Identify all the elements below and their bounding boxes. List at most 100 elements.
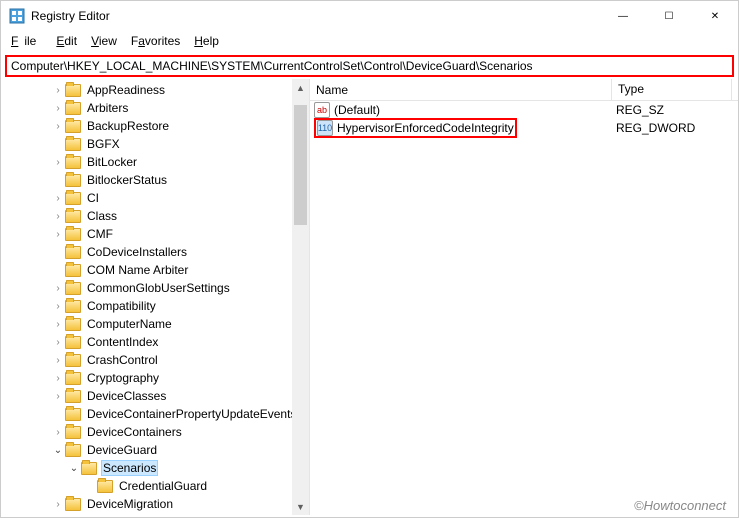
folder-icon — [65, 372, 81, 385]
tree-label: DeviceMigration — [85, 497, 175, 511]
menu-view[interactable]: View — [85, 32, 123, 50]
chevron-right-icon[interactable]: › — [51, 85, 65, 96]
address-bar[interactable]: Computer\HKEY_LOCAL_MACHINE\SYSTEM\Curre… — [5, 55, 734, 77]
tree-item[interactable]: › DeviceMigration — [3, 495, 309, 513]
tree-item[interactable]: ›ContentIndex — [3, 333, 309, 351]
chevron-down-icon[interactable]: ⌄ — [51, 445, 65, 456]
value-type: REG_DWORD — [616, 121, 736, 135]
list-row[interactable]: 110HypervisorEnforcedCodeIntegrity REG_DW… — [310, 119, 738, 137]
tree-item[interactable]: ›CrashControl — [3, 351, 309, 369]
chevron-right-icon[interactable]: › — [51, 121, 65, 132]
minimize-button[interactable]: — — [600, 1, 646, 31]
tree-label: COM Name Arbiter — [85, 263, 190, 277]
chevron-right-icon[interactable]: › — [51, 427, 65, 438]
tree-label: BGFX — [85, 137, 122, 151]
list-row[interactable]: ab(Default)REG_SZ — [310, 101, 738, 119]
tree-item[interactable]: › DeviceContainers — [3, 423, 309, 441]
tree-label: Compatibility — [85, 299, 158, 313]
tree-label: DeviceContainers — [85, 425, 184, 439]
tree-label: CredentialGuard — [117, 479, 209, 493]
tree-item[interactable]: ›AppReadiness — [3, 81, 309, 99]
tree-item[interactable]: ⌄ DeviceGuard — [3, 441, 309, 459]
menu-favorites[interactable]: Favorites — [125, 32, 186, 50]
folder-icon — [65, 498, 81, 511]
folder-icon — [65, 264, 81, 277]
tree-item[interactable]: › CMF — [3, 225, 309, 243]
tree-item[interactable]: ⌄Scenarios — [3, 459, 309, 477]
chevron-right-icon[interactable]: › — [51, 229, 65, 240]
tree-label: DeviceClasses — [85, 389, 168, 403]
tree-item[interactable]: › Class — [3, 207, 309, 225]
tree-label: DeviceGuard — [85, 443, 159, 457]
folder-icon — [65, 156, 81, 169]
tree-item[interactable]: CredentialGuard — [3, 477, 309, 495]
list-header: Name Type — [310, 79, 738, 101]
folder-icon — [65, 102, 81, 115]
folder-icon — [65, 228, 81, 241]
chevron-down-icon[interactable]: ⌄ — [67, 463, 81, 474]
tree-item[interactable]: BGFX — [3, 135, 309, 153]
folder-icon — [97, 480, 113, 493]
chevron-right-icon[interactable]: › — [51, 391, 65, 402]
value-name: (Default) — [334, 103, 380, 117]
folder-icon — [65, 84, 81, 97]
chevron-right-icon[interactable]: › — [51, 373, 65, 384]
chevron-right-icon[interactable]: › — [51, 211, 65, 222]
tree-item[interactable]: COM Name Arbiter — [3, 261, 309, 279]
maximize-button[interactable]: ☐ — [646, 1, 692, 31]
tree-item[interactable]: ›Arbiters — [3, 99, 309, 117]
app-icon — [9, 8, 25, 24]
tree-label: DeviceContainerPropertyUpdateEvents — [85, 407, 298, 421]
close-button[interactable]: ✕ — [692, 1, 738, 31]
tree-item[interactable]: ›Cryptography — [3, 369, 309, 387]
chevron-right-icon[interactable]: › — [51, 157, 65, 168]
registry-tree[interactable]: ›AppReadiness›Arbiters›BackupRestoreBGFX… — [1, 79, 309, 513]
column-name[interactable]: Name — [310, 79, 612, 100]
tree-label: BackupRestore — [85, 119, 171, 133]
folder-icon — [65, 246, 81, 259]
tree-item[interactable]: ›CommonGlobUserSettings — [3, 279, 309, 297]
tree-item[interactable]: ›CI — [3, 189, 309, 207]
chevron-right-icon[interactable]: › — [51, 193, 65, 204]
chevron-right-icon[interactable]: › — [51, 319, 65, 330]
folder-icon — [65, 390, 81, 403]
chevron-right-icon[interactable]: › — [51, 355, 65, 366]
folder-icon — [65, 408, 81, 421]
string-value-icon: ab — [314, 102, 330, 118]
highlighted-value: 110HypervisorEnforcedCodeIntegrity — [314, 118, 517, 138]
folder-icon — [81, 462, 97, 475]
tree-label: CMF — [85, 227, 115, 241]
menu-edit[interactable]: Edit — [50, 32, 83, 50]
menu-bar: Filedocument.currentScript.previousEleme… — [1, 31, 738, 51]
chevron-right-icon[interactable]: › — [51, 499, 65, 510]
chevron-right-icon[interactable]: › — [51, 283, 65, 294]
tree-item[interactable]: › DeviceClasses — [3, 387, 309, 405]
tree-scrollbar[interactable]: ▲ ▼ — [292, 79, 309, 515]
tree-item[interactable]: › BitLocker — [3, 153, 309, 171]
tree-label: Class — [85, 209, 119, 223]
folder-icon — [65, 210, 81, 223]
column-type[interactable]: Type — [612, 79, 732, 100]
value-name: HypervisorEnforcedCodeIntegrity — [337, 121, 514, 135]
tree-item[interactable]: DeviceContainerPropertyUpdateEvents — [3, 405, 309, 423]
title-bar: Registry Editor — ☐ ✕ — [1, 1, 738, 31]
scroll-down-icon[interactable]: ▼ — [292, 498, 309, 515]
chevron-right-icon[interactable]: › — [51, 103, 65, 114]
tree-item[interactable]: BitlockerStatus — [3, 171, 309, 189]
tree-label: BitLocker — [85, 155, 139, 169]
scroll-up-icon[interactable]: ▲ — [292, 79, 309, 96]
tree-item[interactable]: › Compatibility — [3, 297, 309, 315]
menu-help[interactable]: Help — [188, 32, 225, 50]
folder-icon — [65, 300, 81, 313]
chevron-right-icon[interactable]: › — [51, 337, 65, 348]
scroll-thumb[interactable] — [294, 105, 307, 225]
tree-label: CoDeviceInstallers — [85, 245, 189, 259]
menu-file[interactable]: Filedocument.currentScript.previousEleme… — [5, 32, 48, 50]
tree-label: ComputerName — [85, 317, 174, 331]
tree-item[interactable]: CoDeviceInstallers — [3, 243, 309, 261]
tree-item[interactable]: › ComputerName — [3, 315, 309, 333]
tree-item[interactable]: › BackupRestore — [3, 117, 309, 135]
folder-icon — [65, 318, 81, 331]
chevron-right-icon[interactable]: › — [51, 301, 65, 312]
folder-icon — [65, 174, 81, 187]
